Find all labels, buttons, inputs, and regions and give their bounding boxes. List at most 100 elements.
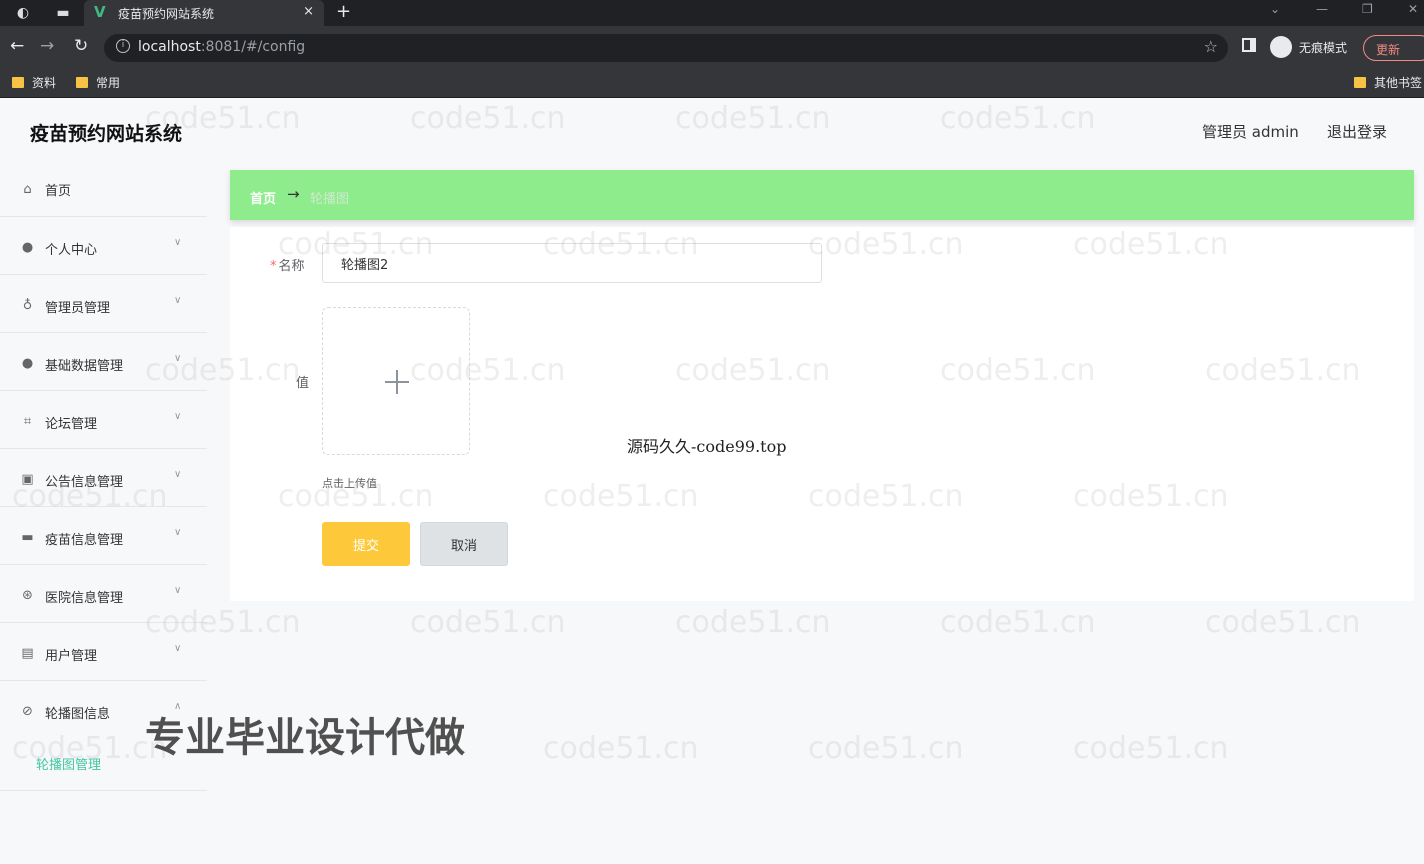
watermark-text: code51.cn xyxy=(543,731,699,766)
browser-toolbar: ← → ↻ i localhost:8081/#/config ☆ 无痕模式 更… xyxy=(0,26,1424,68)
home-icon: ⌂ xyxy=(23,182,32,197)
submit-button[interactable]: 提交 xyxy=(322,522,410,566)
required-asterisk: * xyxy=(270,259,277,274)
upload-tip: 点击上传值 xyxy=(322,477,377,490)
sidebar-item-vaccine[interactable]: ▬ 疫苗信息管理 ∨ xyxy=(0,507,207,565)
browser-logo-icon[interactable]: ◐ xyxy=(14,4,32,22)
sidebar-item-forum[interactable]: ⌗ 论坛管理 ∨ xyxy=(0,391,207,449)
chevron-down-icon: ∨ xyxy=(174,527,182,538)
watermark-text: code51.cn xyxy=(940,101,1096,136)
image-uploader[interactable] xyxy=(322,307,470,455)
sidebar-item-label: 公告信息管理 xyxy=(45,475,124,490)
chevron-down-icon: ∨ xyxy=(174,469,182,480)
folder-icon xyxy=(12,77,24,88)
name-field-label: * 名称 xyxy=(270,259,305,274)
sidebar-item-label: 论坛管理 xyxy=(45,417,98,432)
sidebar-item-label: 基础数据管理 xyxy=(45,359,124,374)
cancel-button[interactable]: 取消 xyxy=(420,522,508,566)
user-icon: ● xyxy=(21,240,34,255)
chevron-down-icon: ∨ xyxy=(174,585,182,596)
sidebar-item-label: 管理员管理 xyxy=(45,301,111,316)
reload-icon[interactable]: ↻ xyxy=(74,36,88,56)
incognito-label: 无痕模式 xyxy=(1299,41,1348,55)
compass-icon: ⊘ xyxy=(22,704,33,719)
tab-search-chevron-icon[interactable]: ⌄ xyxy=(1270,2,1280,16)
logout-link[interactable]: 退出登录 xyxy=(1327,121,1387,142)
browser-tab-active[interactable]: V 疫苗预约网站系统 × xyxy=(84,0,324,26)
bookmarks-bar: 资料 常用 其他书签 xyxy=(0,68,1424,98)
user-icon: ● xyxy=(21,356,34,371)
watermark-text: code51.cn xyxy=(1205,605,1361,640)
chevron-down-icon: ∨ xyxy=(174,295,182,306)
other-bookmarks[interactable]: 其他书签 xyxy=(1354,74,1422,91)
chevron-down-icon: ∨ xyxy=(174,643,182,654)
sidebar-item-profile[interactable]: ● 个人中心 ∨ xyxy=(0,217,207,275)
watermark-text: code51.cn xyxy=(410,101,566,136)
sidebar-menu: ⌂ 首页 ● 个人中心 ∨ ♁ 管理员管理 ∨ ● 基础数据管理 ∨ ⌗ 论坛管… xyxy=(0,159,207,791)
site-info-icon[interactable]: i xyxy=(116,39,130,53)
value-field-label: 值 xyxy=(296,376,310,391)
sidebar-item-label: 疫苗信息管理 xyxy=(45,533,124,548)
microphone-icon: ♁ xyxy=(22,298,33,313)
tab-title: 疫苗预约网站系统 xyxy=(118,7,215,21)
bookmark-folder-common[interactable]: 常用 xyxy=(76,74,120,91)
address-bar[interactable]: i localhost:8081/#/config ☆ xyxy=(104,34,1228,62)
url-text[interactable]: localhost:8081/#/config xyxy=(138,39,305,55)
sidebar-item-basic-data[interactable]: ● 基础数据管理 ∨ xyxy=(0,333,207,391)
crop-icon: ⌗ xyxy=(23,414,32,429)
breadcrumb-home-link[interactable]: 首页 xyxy=(250,188,276,207)
sidebar-item-label: 个人中心 xyxy=(45,243,98,258)
sidebar-item-notice[interactable]: ▣ 公告信息管理 ∨ xyxy=(0,449,207,507)
vue-favicon-icon: V xyxy=(94,3,106,21)
watermark-text: code51.cn xyxy=(675,605,831,640)
sidebar-item-label: 首页 xyxy=(45,184,72,199)
watermark-text: code51.cn xyxy=(410,605,566,640)
sidebar-subitem-label: 轮播图管理 xyxy=(36,758,102,773)
overlay-source-text: 源码久久-code99.top xyxy=(627,437,787,456)
tab-group-icon[interactable]: ▬ xyxy=(54,4,72,22)
forward-arrow-icon[interactable]: → xyxy=(40,36,54,56)
name-input[interactable] xyxy=(322,243,822,283)
window-close-icon[interactable]: ✕ xyxy=(1408,2,1418,16)
sidebar-item-home[interactable]: ⌂ 首页 xyxy=(0,159,207,217)
folder-icon xyxy=(1354,77,1366,88)
update-button[interactable]: 更新 xyxy=(1363,35,1424,61)
current-user-label: 管理员 admin xyxy=(1202,123,1299,141)
minimize-icon[interactable]: — xyxy=(1316,2,1328,16)
chart-icon: ▣ xyxy=(21,472,34,487)
browser-tab-bar: ◐ ▬ V 疫苗预约网站系统 × + ⌄ — ❐ ✕ xyxy=(0,0,1424,26)
clipboard-icon: ▤ xyxy=(21,646,34,661)
chevron-down-icon: ∨ xyxy=(174,353,182,364)
app-title: 疫苗预约网站系统 xyxy=(30,123,183,145)
back-arrow-icon[interactable]: ← xyxy=(10,36,24,56)
chevron-down-icon: ∨ xyxy=(174,237,182,248)
tab-close-icon[interactable]: × xyxy=(303,4,314,19)
monitor-icon: ▬ xyxy=(21,530,34,545)
plus-icon xyxy=(396,370,398,394)
breadcrumb-arrow-icon: → xyxy=(287,185,300,203)
overlay-ad-text: 专业毕业设计代做 xyxy=(145,715,465,761)
app-root: 疫苗预约网站系统 管理员 admin 退出登录 ⌂ 首页 ● 个人中心 ∨ ♁ … xyxy=(0,99,1424,864)
breadcrumb: 首页 → 轮播图 xyxy=(230,170,1414,220)
folder-icon xyxy=(76,77,88,88)
bookmark-folder-docs[interactable]: 资料 xyxy=(12,74,56,91)
sidebar-item-label: 医院信息管理 xyxy=(45,591,124,606)
bookmark-star-icon[interactable]: ☆ xyxy=(1204,37,1218,56)
sidebar-item-admin[interactable]: ♁ 管理员管理 ∨ xyxy=(0,275,207,333)
side-panel-icon[interactable] xyxy=(1242,38,1256,52)
watermark-text: code51.cn xyxy=(1073,731,1229,766)
incognito-icon[interactable] xyxy=(1270,36,1292,58)
watermark-text: code51.cn xyxy=(808,731,964,766)
new-tab-button[interactable]: + xyxy=(336,1,351,22)
aperture-icon: ⊛ xyxy=(22,588,33,603)
breadcrumb-current: 轮播图 xyxy=(310,192,350,207)
sidebar-item-hospital[interactable]: ⊛ 医院信息管理 ∨ xyxy=(0,565,207,623)
watermark-text: code51.cn xyxy=(675,101,831,136)
sidebar-item-users[interactable]: ▤ 用户管理 ∨ xyxy=(0,623,207,681)
restore-icon[interactable]: ❐ xyxy=(1362,2,1373,16)
sidebar-item-label: 轮播图信息 xyxy=(45,707,111,722)
config-form: *名称 值 点击上传值 提交 取消 xyxy=(230,227,1414,601)
watermark-text: code51.cn xyxy=(940,605,1096,640)
sidebar-item-label: 用户管理 xyxy=(45,649,98,664)
chevron-down-icon: ∨ xyxy=(174,411,182,422)
